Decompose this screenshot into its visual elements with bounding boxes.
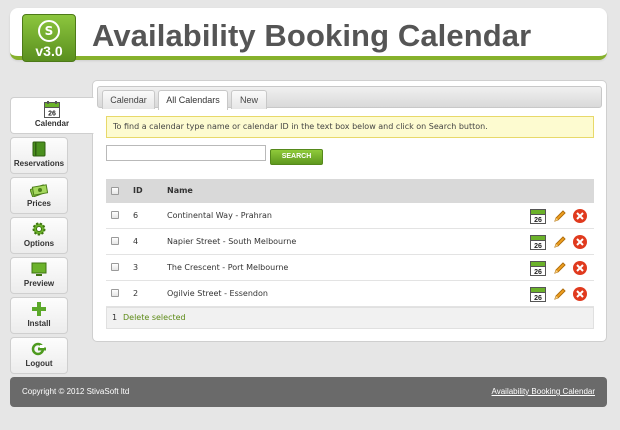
gear-icon	[11, 218, 67, 238]
logo: S v3.0	[22, 14, 76, 62]
column-header-name: Name	[167, 186, 193, 195]
delete-selected-link[interactable]: Delete selected	[123, 308, 186, 328]
sidebar-item-reservations[interactable]: Reservations	[10, 137, 68, 174]
main-panel: Calendar All Calendars New To find a cal…	[92, 80, 607, 342]
sidebar-item-options[interactable]: Options	[10, 217, 68, 254]
table-row: 4 Napier Street - South Melbourne 26	[106, 229, 594, 255]
book-icon	[11, 138, 67, 158]
table-row: 3 The Crescent - Port Melbourne 26	[106, 255, 594, 281]
row-actions: 26	[530, 234, 588, 250]
page-footer: Copyright © 2012 StivaSoft ltd Availabil…	[10, 377, 607, 407]
svg-text:26: 26	[534, 295, 542, 302]
pencil-icon[interactable]	[552, 208, 568, 224]
column-header-id: ID	[133, 186, 143, 195]
money-icon	[11, 178, 67, 198]
delete-icon[interactable]	[572, 286, 588, 302]
pencil-icon[interactable]	[552, 286, 568, 302]
row-name: The Crescent - Port Melbourne	[167, 263, 289, 272]
sidebar-item-calendar[interactable]: 26 Calendar	[10, 97, 94, 134]
calendars-table: ID Name 6 Continental Way - Prahran 26 4…	[106, 179, 594, 329]
svg-text:26: 26	[534, 217, 542, 224]
copyright-text: Copyright © 2012 StivaSoft ltd	[22, 387, 130, 396]
row-actions: 26	[530, 286, 588, 302]
row-id: 2	[133, 289, 139, 298]
app-title: Availability Booking Calendar	[92, 18, 532, 53]
sidebar-item-logout[interactable]: Logout	[10, 337, 68, 374]
logout-icon	[11, 338, 67, 358]
delete-icon[interactable]	[572, 260, 588, 276]
sidebar-item-label: Options	[23, 239, 55, 248]
row-checkbox[interactable]	[111, 289, 119, 297]
row-checkbox[interactable]	[111, 237, 119, 245]
row-checkbox[interactable]	[111, 211, 119, 219]
tab-bar: Calendar All Calendars New	[97, 86, 602, 110]
svg-text:26: 26	[534, 269, 542, 276]
row-name: Continental Way - Prahran	[167, 211, 272, 220]
sidebar-item-label: Logout	[25, 359, 53, 368]
footer-link[interactable]: Availability Booking Calendar	[492, 387, 595, 396]
sidebar-item-label: Prices	[26, 199, 52, 208]
row-actions: 26	[530, 208, 588, 224]
sidebar-item-preview[interactable]: Preview	[10, 257, 68, 294]
search-input[interactable]	[106, 145, 266, 161]
search-button[interactable]: SEARCH	[270, 149, 323, 165]
selected-count: 1	[112, 313, 118, 322]
row-checkbox[interactable]	[111, 263, 119, 271]
svg-text:26: 26	[534, 243, 542, 250]
row-id: 4	[133, 237, 139, 246]
tab-all-calendars[interactable]: All Calendars	[158, 90, 228, 110]
tab-new[interactable]: New	[231, 90, 267, 109]
view-calendar-icon[interactable]: 26	[530, 286, 546, 302]
view-calendar-icon[interactable]: 26	[530, 260, 546, 276]
sidebar-item-label: Install	[27, 319, 51, 328]
table-row: 2 Ogilvie Street - Essendon 26	[106, 281, 594, 307]
logo-version: v3.0	[35, 43, 63, 59]
view-calendar-icon[interactable]: 26	[530, 234, 546, 250]
row-actions: 26	[530, 260, 588, 276]
svg-text:26: 26	[48, 111, 56, 118]
header: S v3.0 Availability Booking Calendar	[10, 8, 607, 62]
sidebar: 26 Calendar Reservations Prices Options …	[10, 97, 94, 377]
tab-calendar[interactable]: Calendar	[102, 90, 155, 109]
table-header: ID Name	[106, 179, 594, 203]
delete-icon[interactable]	[572, 234, 588, 250]
row-name: Ogilvie Street - Essendon	[167, 289, 268, 298]
sidebar-item-label: Reservations	[13, 159, 65, 168]
sidebar-item-install[interactable]: Install	[10, 297, 68, 334]
table-footer: 1 Delete selected	[106, 307, 594, 329]
monitor-icon	[11, 258, 67, 278]
info-message: To find a calendar type name or calendar…	[106, 116, 594, 138]
row-name: Napier Street - South Melbourne	[167, 237, 297, 246]
pencil-icon[interactable]	[552, 234, 568, 250]
pencil-icon[interactable]	[552, 260, 568, 276]
sidebar-item-prices[interactable]: Prices	[10, 177, 68, 214]
sidebar-item-label: Calendar	[34, 119, 70, 128]
calendar-icon: 26	[11, 98, 93, 118]
plus-icon	[11, 298, 67, 318]
select-all-checkbox[interactable]	[111, 187, 119, 195]
sidebar-item-label: Preview	[23, 279, 55, 288]
view-calendar-icon[interactable]: 26	[530, 208, 546, 224]
table-row: 6 Continental Way - Prahran 26	[106, 203, 594, 229]
logo-mark-icon: S	[38, 20, 60, 42]
delete-icon[interactable]	[572, 208, 588, 224]
row-id: 6	[133, 211, 139, 220]
row-id: 3	[133, 263, 139, 272]
